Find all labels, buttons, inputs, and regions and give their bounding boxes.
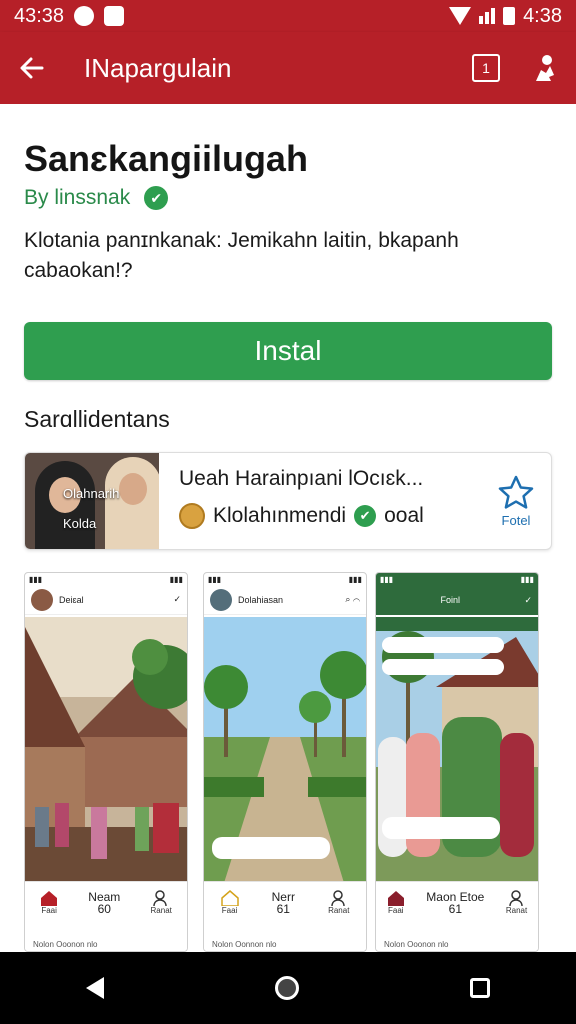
screenshot-nav: Faai Maon Etoe 61 Ranat Nolon Ooonon nlo [376, 881, 538, 951]
screenshot-nav: Faai Neam 60 Ranat Nolon Ooonon nlo [25, 881, 187, 951]
wifi-icon [449, 7, 472, 25]
arrow-left-icon [20, 57, 44, 79]
install-button[interactable]: Instal [24, 322, 552, 380]
person-icon [536, 55, 554, 81]
developer-name[interactable]: By linssnak [24, 186, 130, 210]
nav-home-label: Maon Etoe [426, 889, 485, 904]
avatar [179, 503, 205, 529]
screenshot-image [25, 617, 187, 883]
screenshot-2[interactable]: ▮▮▮ ▮▮▮ Dolahiasan ⌕ ⌒ Faai Nerr 61 Rana… [203, 572, 367, 952]
back-nav-button[interactable] [85, 977, 104, 999]
nav-right-label: Ranat [328, 906, 350, 915]
screenshot-footer: Nolon Oonnon nlo [212, 940, 277, 949]
signal-icon [479, 8, 496, 24]
star-icon [498, 475, 534, 509]
nav-home-sub: Faai [41, 906, 57, 915]
favorite-button[interactable]: Fotel [481, 453, 551, 549]
verified-icon: ✔ [354, 505, 377, 527]
nav-right-label: Ranat [150, 906, 172, 915]
nav-home-label: Nerr [271, 889, 295, 904]
screen: 43:38 4:38 INapargulain 1 Sanɛkangiiluga… [0, 0, 576, 1024]
screenshot-image [376, 617, 538, 883]
thumb-line-2: Kolda [63, 516, 97, 531]
nav-right-label: Ranat [505, 906, 528, 915]
screenshot-header: Dolahiasan [238, 594, 284, 605]
section-title: Sarɑllidentans [24, 406, 170, 432]
thumb-line-1: Olahnarih [63, 486, 120, 501]
nav-right: Ranat [328, 890, 349, 915]
verified-icon: ✔ [144, 186, 169, 210]
screenshot-1[interactable]: ▮▮▮ ▮▮▮ Deiɛal ✓ Faai Neam 60 Ranat Nolo… [24, 572, 188, 952]
battery-icon [503, 7, 516, 25]
nav-home-label: Neam [88, 889, 121, 904]
image-icon [104, 6, 125, 26]
featured-card[interactable]: Olahnarih Kolda Ueah Harainpıani lOcıɛk..… [24, 452, 552, 550]
nav-mid-label: 61 [276, 901, 290, 916]
app-bar-title: INapargulain [84, 52, 232, 83]
developer-row: By linssnak ✔ [24, 186, 169, 210]
app-detail: Sanɛkangiilugah By linssnak ✔ Klotania p… [0, 104, 576, 952]
screenshot-3[interactable]: ▮▮▮ ▮▮▮ Foinl ✓ Faai Maon Etoe 61 Ranat … [375, 572, 539, 952]
status-bar: 43:38 4:38 [0, 0, 576, 32]
status-time-right: 4:38 [523, 4, 562, 27]
featured-thumbnail: Olahnarih Kolda [25, 453, 159, 549]
featured-author: Klolahınmendi [213, 504, 347, 527]
nav-mid-label: 60 [97, 901, 111, 916]
app-name: Sanɛkangiilugah [24, 138, 308, 179]
status-time-left: 43:38 [14, 4, 65, 27]
record-icon [74, 6, 95, 26]
nav-home: Faai [40, 890, 58, 915]
system-nav-bar [0, 952, 576, 1024]
screenshot-header: Foinl [440, 595, 460, 605]
screenshot-footer: Nolon Ooonon nlo [384, 940, 449, 949]
avatar [31, 588, 53, 611]
avatar [210, 588, 232, 611]
nav-home-sub: Faai [221, 906, 238, 915]
screenshot-nav: Faai Nerr 61 Ranat Nolon Oonnon nlo [204, 881, 366, 951]
app-bar: INapargulain 1 [0, 32, 576, 104]
nav-right: Ranat [151, 890, 172, 915]
back-button[interactable] [0, 32, 64, 104]
bookmark-label: 1 [482, 60, 490, 76]
favorite-label: Fotel [501, 512, 531, 528]
screenshot-image [204, 617, 366, 883]
featured-tag: ooal [384, 504, 424, 527]
home-nav-button[interactable] [274, 976, 299, 1000]
nav-home-sub: Faai [387, 906, 404, 915]
screenshot-footer: Nolon Ooonon nlo [33, 940, 98, 949]
featured-title: Ueah Harainpıani lOcıɛk... [179, 467, 424, 490]
screenshot-header: Deiɛal [59, 594, 84, 605]
recents-nav-button[interactable] [470, 978, 491, 998]
person-button[interactable] [530, 53, 560, 83]
app-description: Klotania panɪnkanak: Jemikahn laitin, bk… [24, 229, 459, 282]
nav-right: Ranat [506, 890, 527, 915]
nav-home: Faai [220, 890, 239, 915]
nav-mid-label: 61 [448, 901, 462, 916]
nav-home: Faai [387, 890, 405, 915]
bookmark-button[interactable]: 1 [472, 54, 500, 82]
